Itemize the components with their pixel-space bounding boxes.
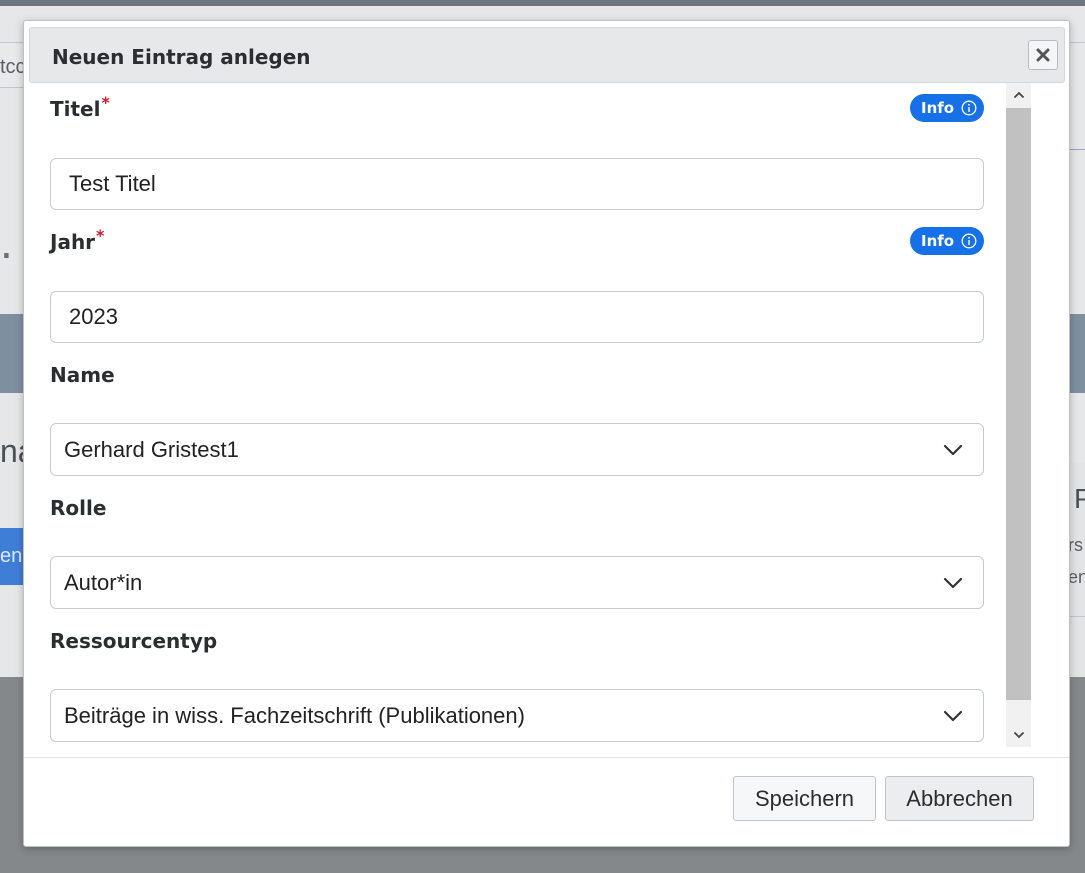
rolle-label: Rolle [50, 496, 107, 520]
name-select[interactable]: Gerhard Gristest1 [50, 423, 984, 476]
rolle-select-value: Autor*in [64, 570, 143, 595]
chevron-down-icon [943, 577, 963, 589]
titel-label-text: Titel [50, 97, 101, 121]
info-icon [961, 233, 977, 249]
bg-divider [1068, 42, 1085, 43]
ressourcentyp-select[interactable]: Beiträge in wiss. Fachzeitschrift (Publi… [50, 689, 984, 742]
titel-label: Titel* [50, 93, 110, 121]
titel-input[interactable] [50, 158, 984, 210]
chevron-up-icon [1013, 91, 1024, 99]
bg-tab-text: tcc [0, 56, 26, 78]
bg-card-heading: P [1074, 483, 1085, 514]
dialog-scrollbar[interactable] [1006, 83, 1031, 747]
info-label: Info [921, 232, 955, 250]
bg-card-text: en [1068, 567, 1085, 587]
required-mark: * [96, 226, 105, 245]
save-button[interactable]: Speichern [733, 776, 876, 821]
scroll-up-button[interactable] [1006, 83, 1031, 107]
jahr-info-button[interactable]: Info [910, 227, 984, 255]
name-select-value: Gerhard Gristest1 [64, 437, 239, 462]
bg-divider [1068, 149, 1085, 150]
dialog-title: Neuen Eintrag anlegen [52, 45, 311, 69]
footer-divider [24, 757, 1069, 758]
close-icon [1036, 48, 1050, 62]
bg-card-text: rs [1068, 535, 1083, 555]
info-icon [961, 100, 977, 116]
name-label: Name [50, 363, 115, 387]
scroll-thumb[interactable] [1006, 108, 1031, 700]
chevron-down-icon [943, 444, 963, 456]
cancel-button[interactable]: Abbrechen [885, 776, 1034, 821]
chevron-down-icon [1013, 731, 1024, 739]
titel-info-button[interactable]: Info [910, 94, 984, 122]
close-button[interactable] [1028, 40, 1058, 70]
new-entry-dialog: Neuen Eintrag anlegen Titel* Info Jahr* … [23, 20, 1070, 847]
required-mark: * [101, 93, 110, 112]
bg-divider [1068, 616, 1085, 617]
ressourcentyp-select-value: Beiträge in wiss. Fachzeitschrift (Publi… [64, 703, 525, 728]
rolle-select[interactable]: Autor*in [50, 556, 984, 609]
jahr-input[interactable] [50, 291, 984, 343]
dialog-header: Neuen Eintrag anlegen [29, 27, 1065, 83]
jahr-label: Jahr* [50, 226, 104, 254]
info-label: Info [921, 99, 955, 117]
scroll-down-button[interactable] [1006, 723, 1031, 747]
ressourcentyp-label: Ressourcentyp [50, 629, 218, 653]
chevron-down-icon [943, 710, 963, 722]
dialog-body: Titel* Info Jahr* Info Name Gerhard Gris… [24, 83, 1069, 757]
jahr-label-text: Jahr [50, 230, 96, 254]
